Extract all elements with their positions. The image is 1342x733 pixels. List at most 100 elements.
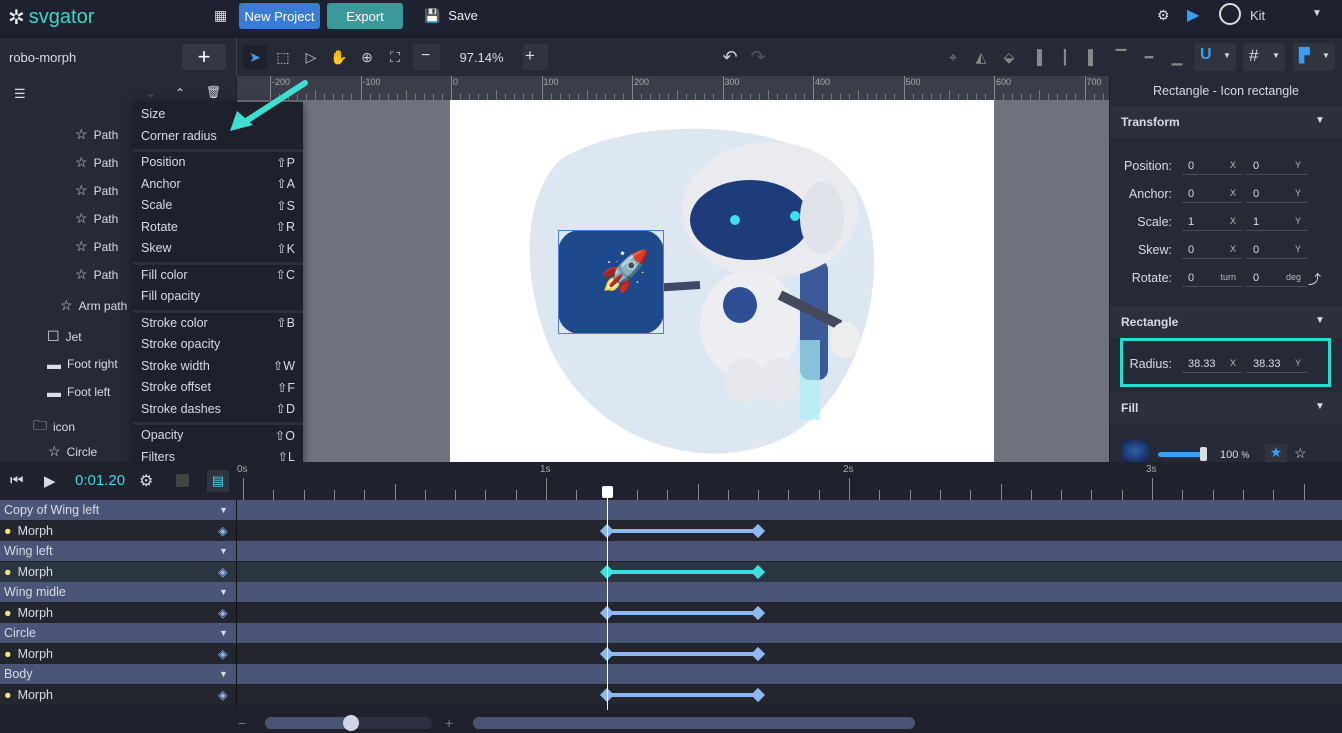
fill-opacity-slider[interactable] [1158, 447, 1207, 461]
chevron-down-icon[interactable]: ▼ [219, 505, 228, 515]
radius-y-input[interactable]: 38.33 Y [1247, 355, 1307, 373]
group-label[interactable]: Copy of Wing left ▼ [0, 500, 236, 520]
timeline-group-row[interactable]: Wing midle ▼ [0, 582, 1342, 602]
flip-vertical-icon[interactable]: ⬙ [997, 45, 1021, 69]
layer-item[interactable]: ☆ Circle [48, 443, 97, 460]
timeline-group-row[interactable]: Body ▼ [0, 664, 1342, 684]
keyframe-transition[interactable] [606, 529, 759, 533]
keyframe[interactable] [751, 564, 766, 580]
align-bottom-icon[interactable]: ▁ [1165, 45, 1189, 69]
undo-icon[interactable]: ↶ [718, 45, 742, 69]
layer-item[interactable]: ▬ Foot right [47, 356, 118, 372]
playhead[interactable] [601, 486, 613, 710]
grid-toggle[interactable]: # ▼ [1243, 43, 1285, 71]
align-right-icon[interactable]: ▌ [1081, 45, 1105, 69]
move-down-icon[interactable]: ⌄ [146, 86, 156, 100]
layer-item[interactable]: ☆ Path [75, 266, 118, 283]
chevron-down-icon[interactable]: ▼ [219, 669, 228, 679]
layer-item[interactable]: 🗀 icon [33, 415, 75, 439]
property-input-y[interactable]: 0 deg [1247, 269, 1307, 287]
bulb-icon[interactable]: ● [4, 647, 12, 661]
canvas-area[interactable]: -200 -100 0 100 200 300 400 500 600 700 🚀 [237, 76, 1109, 462]
property-input-x[interactable]: 0X [1182, 241, 1242, 259]
transform-section-header[interactable]: Transform ▼ [1110, 106, 1342, 138]
go-to-start-icon[interactable]: ⏮ [10, 472, 24, 489]
layer-item[interactable]: ☆ Path [75, 210, 118, 227]
menu-item-stroke-color[interactable]: Stroke color ⇧B [141, 313, 295, 333]
layer-item[interactable]: ☆ Path [75, 182, 118, 199]
keyframe[interactable] [751, 523, 766, 539]
add-keyframe-icon[interactable]: ◈ [218, 564, 228, 579]
timeline-property-row[interactable]: ● Morph ◈ [0, 685, 1342, 705]
menu-item-position[interactable]: Position ⇧P [141, 152, 295, 172]
star-outline-icon[interactable]: ☆ [1294, 445, 1307, 462]
keyframe-toggle-icon[interactable]: ▤ [207, 470, 229, 492]
current-time[interactable]: 0:01.20 [75, 472, 125, 489]
keyframe[interactable] [751, 687, 766, 703]
settings-icon[interactable]: ⚙ [1157, 7, 1170, 24]
radius-x-input[interactable]: 38.33 X [1182, 355, 1242, 373]
artboard[interactable]: 🚀 [450, 100, 994, 462]
user-menu-chevron-icon[interactable]: ▼ [1312, 8, 1322, 19]
add-keyframe-icon[interactable]: ◈ [218, 687, 228, 702]
keyframe-transition[interactable] [606, 652, 759, 656]
property-input-y[interactable]: 0Y [1247, 157, 1307, 175]
settings-icon[interactable]: ⚙ [139, 471, 153, 491]
timeline-group-row[interactable]: Circle ▼ [0, 623, 1342, 643]
save-button[interactable]: 💾 Save [424, 8, 478, 24]
zoom-level-input[interactable]: 97.14% [440, 44, 523, 70]
group-label[interactable]: Wing midle ▼ [0, 582, 236, 602]
menu-item-opacity[interactable]: Opacity ⇧O [141, 425, 295, 445]
zoom-out-button[interactable]: − [421, 47, 430, 65]
bulb-icon[interactable]: ● [4, 688, 12, 702]
timeline-zoom-slider[interactable] [265, 715, 432, 731]
timeline-property-row[interactable]: ● Morph ◈ [0, 644, 1342, 664]
fill-opacity-value[interactable]: 100 % [1220, 449, 1249, 461]
keyframe[interactable] [751, 646, 766, 662]
layer-item[interactable]: ☆ Path [75, 238, 118, 255]
bulb-icon[interactable]: ● [4, 606, 12, 620]
group-label[interactable]: Circle ▼ [0, 623, 236, 643]
layer-item[interactable]: ▬ Foot left [47, 384, 110, 400]
project-name[interactable]: robo-morph [9, 50, 76, 65]
fill-section-header[interactable]: Fill ▼ [1110, 392, 1342, 424]
property-input-y[interactable]: 0Y [1247, 185, 1307, 203]
playhead-handle[interactable] [601, 486, 613, 498]
sort-layers-icon[interactable]: ☰ [14, 86, 26, 102]
easing-icon[interactable] [176, 474, 189, 487]
menu-item-scale[interactable]: Scale ⇧S [141, 195, 295, 215]
group-label[interactable]: Body ▼ [0, 664, 236, 684]
align-left-icon[interactable]: ▐ [1025, 45, 1049, 69]
timeline-group-row[interactable]: Wing left ▼ [0, 541, 1342, 561]
move-up-icon[interactable]: ⌃ [175, 86, 185, 100]
zoom-tool-icon[interactable]: ⊕ [355, 45, 379, 69]
redo-icon[interactable]: ↷ [746, 45, 770, 69]
new-project-button[interactable]: New Project [239, 3, 320, 29]
keyframe-transition[interactable] [606, 570, 759, 574]
menu-item-stroke-offset[interactable]: Stroke offset ⇧F [141, 377, 295, 397]
rectangle-section-header[interactable]: Rectangle ▼ [1110, 306, 1342, 338]
fill-swatch[interactable] [1121, 440, 1149, 462]
avatar[interactable] [1219, 3, 1241, 25]
delete-icon[interactable]: 🗑 [206, 85, 221, 99]
preview-play-icon[interactable]: ▶ [1187, 5, 1199, 25]
center-icon[interactable]: ⌖ [941, 45, 965, 69]
keyframe[interactable] [751, 605, 766, 621]
hand-tool-icon[interactable]: ✋ [327, 45, 351, 69]
property-input-x[interactable]: 0X [1182, 157, 1242, 175]
property-input-y[interactable]: 0Y [1247, 241, 1307, 259]
chevron-down-icon[interactable]: ▼ [219, 628, 228, 638]
property-input-x[interactable]: 0X [1182, 185, 1242, 203]
layer-item[interactable]: ☆ Path [75, 154, 118, 171]
pen-tool-icon[interactable]: ▷ [299, 45, 323, 69]
bulb-icon[interactable]: ● [4, 524, 12, 538]
property-input-x[interactable]: 1X [1182, 213, 1242, 231]
align-top-icon[interactable]: ▔ [1109, 45, 1133, 69]
menu-item-stroke-width[interactable]: Stroke width ⇧W [141, 356, 295, 376]
node-select-tool-icon[interactable]: ⬚ [271, 45, 295, 69]
chevron-down-icon[interactable]: ▼ [219, 546, 228, 556]
menu-item-rotate[interactable]: Rotate ⇧R [141, 217, 295, 237]
user-name[interactable]: Kit [1250, 8, 1265, 23]
snap-toggle[interactable]: U ▼ [1194, 43, 1236, 71]
menu-item-fill-color[interactable]: Fill color ⇧C [141, 265, 295, 285]
